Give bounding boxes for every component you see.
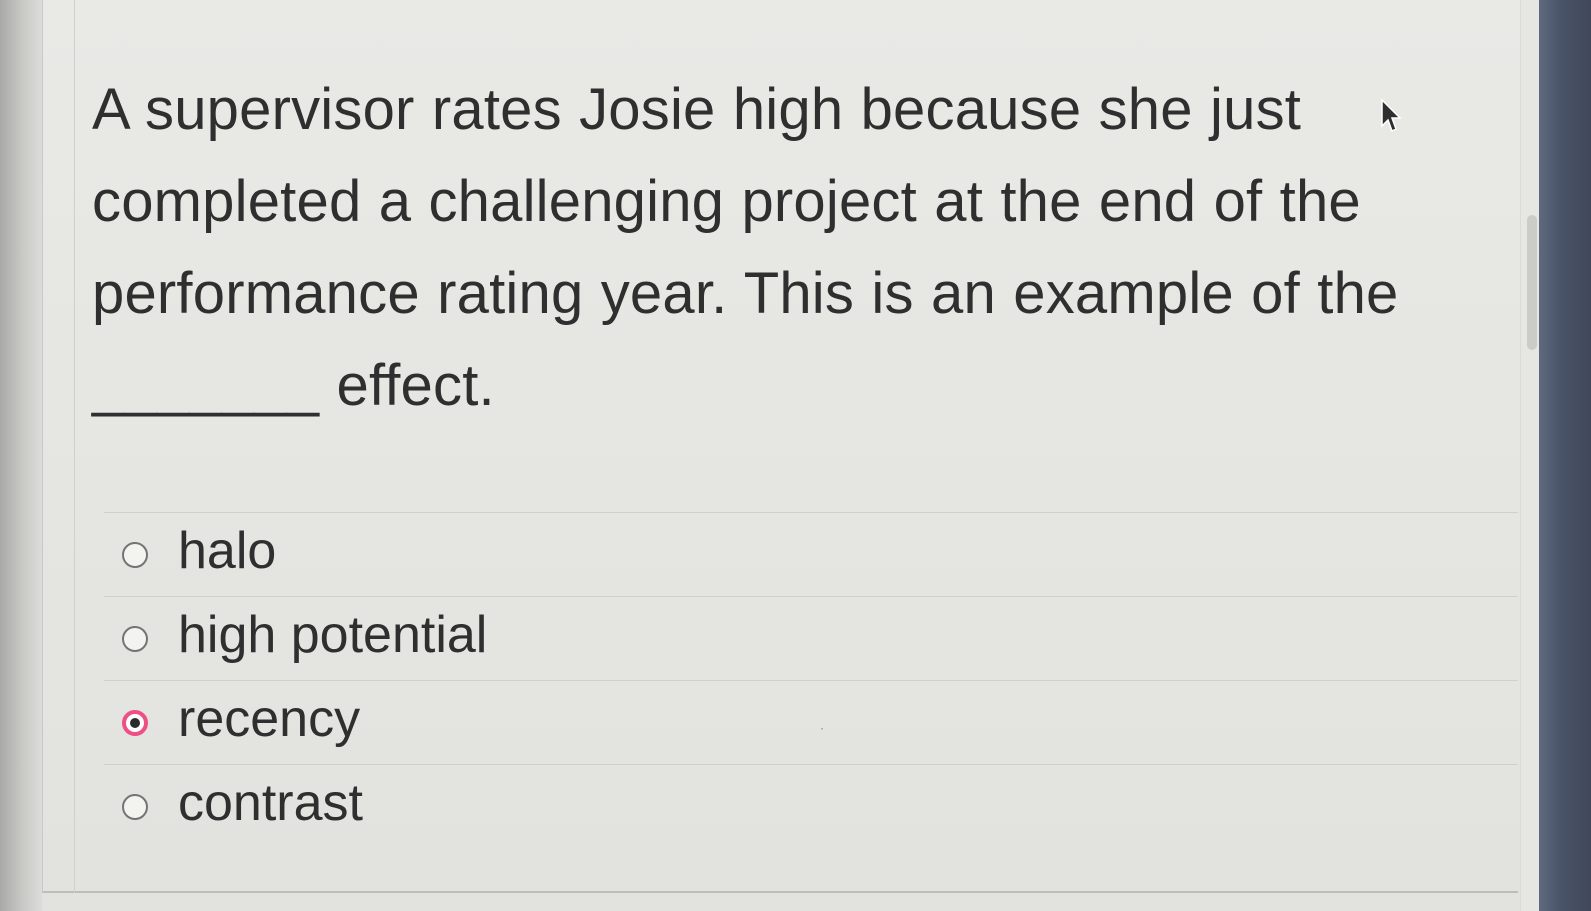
- vertical-scrollbar[interactable]: [1520, 0, 1539, 911]
- option-high-potential[interactable]: high potential: [104, 596, 1518, 680]
- mouse-pointer-icon: [1381, 98, 1402, 133]
- question-text: A supervisor rates Josie high because sh…: [92, 77, 1399, 418]
- option-label: high potential: [178, 605, 488, 664]
- option-label: recency: [178, 689, 361, 748]
- radio-button[interactable]: [122, 541, 148, 568]
- option-label: contrast: [178, 773, 363, 832]
- radio-button-selected[interactable]: [122, 709, 148, 736]
- answer-options: halo high potential recency contrast: [104, 512, 1518, 848]
- option-contrast[interactable]: contrast: [104, 764, 1518, 848]
- left-screen-edge: [0, 0, 42, 911]
- screen-speck: ·: [820, 721, 824, 735]
- monitor-bezel: [1539, 0, 1591, 911]
- quiz-screen: A supervisor rates Josie high because sh…: [0, 0, 1591, 911]
- radio-button[interactable]: [122, 625, 148, 652]
- scrollbar-thumb[interactable]: [1527, 215, 1537, 350]
- radio-button[interactable]: [122, 793, 148, 820]
- option-label: halo: [178, 521, 277, 580]
- option-recency[interactable]: recency: [104, 680, 1518, 764]
- option-halo[interactable]: halo: [104, 512, 1518, 596]
